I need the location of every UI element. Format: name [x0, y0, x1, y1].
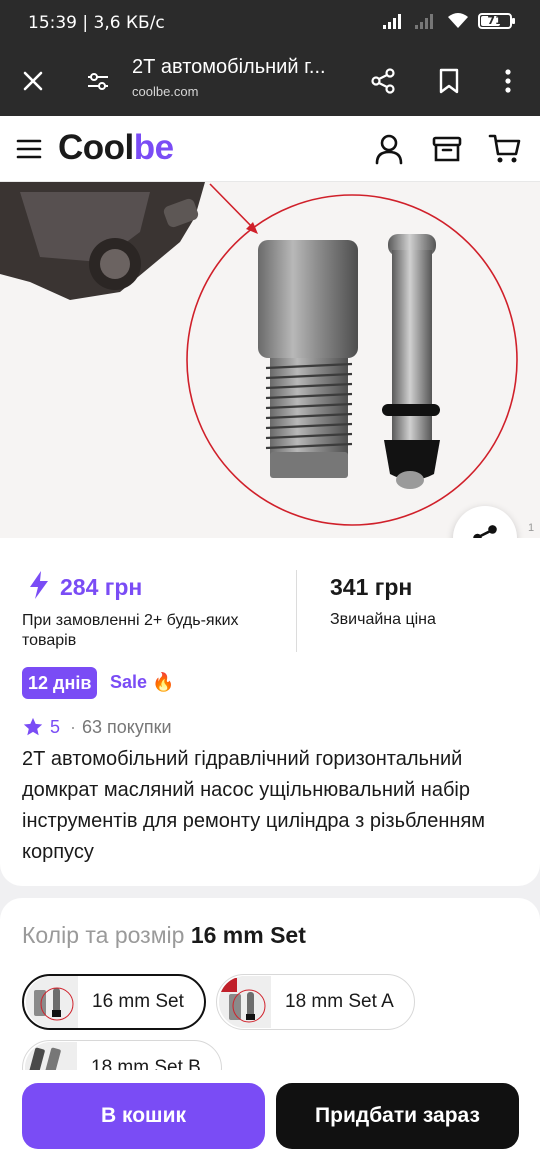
promo-price: 284 грн	[60, 574, 143, 600]
bolt-icon	[30, 571, 48, 599]
menu-icon[interactable]	[10, 130, 48, 168]
share-icon[interactable]	[363, 61, 403, 101]
rating-separator: ·	[70, 717, 76, 737]
price-divider	[296, 570, 297, 652]
promo-text: При замовленні 2+ будь-яких товарів	[22, 612, 239, 649]
signal-icon-2	[415, 14, 433, 29]
image-counter: 1	[528, 522, 535, 534]
browser-bar: 2Т автомобільний г... coolbe.com	[0, 46, 540, 116]
status-time: 15:39 | 3,6 КБ/с	[28, 13, 165, 33]
bookmark-icon[interactable]	[429, 61, 469, 101]
battery-icon: 71	[478, 13, 515, 29]
variant-option-18mm-a[interactable]: 18 mm Set A	[216, 974, 415, 1030]
rating-value[interactable]: 5	[50, 717, 60, 738]
cart-icon[interactable]	[486, 130, 524, 168]
sale-label: Sale 🔥	[110, 672, 175, 692]
battery-level: 71	[487, 14, 503, 27]
purchase-count: 63 покупки	[82, 717, 172, 737]
star-icon	[23, 717, 43, 736]
signal-icon	[383, 14, 401, 29]
status-icons: 71	[382, 12, 515, 30]
variant-label: Колір та розмір	[22, 922, 185, 948]
more-icon[interactable]	[488, 61, 528, 101]
site-header: Coolbe	[0, 116, 540, 182]
site-logo[interactable]: Coolbe	[58, 128, 174, 168]
close-icon[interactable]	[13, 61, 53, 101]
site-settings-icon[interactable]	[78, 61, 118, 101]
variant-option-label: 16 mm Set	[92, 991, 184, 1012]
variant-option-label: 18 mm Set A	[285, 991, 394, 1012]
page-url[interactable]: coolbe.com	[132, 84, 198, 99]
status-bar: 15:39 | 3,6 КБ/с 71	[0, 0, 540, 46]
regular-price-label: Звичайна ціна	[330, 611, 436, 628]
page-title[interactable]: 2Т автомобільний г...	[132, 56, 352, 79]
account-icon[interactable]	[370, 130, 408, 168]
variant-thumbnail	[219, 976, 271, 1028]
variant-option-16mm[interactable]: 16 mm Set	[22, 974, 206, 1030]
product-title: 2Т автомобільний гідравлічний горизонтал…	[22, 748, 486, 863]
regular-price: 341 грн	[330, 574, 413, 600]
wifi-icon	[448, 13, 468, 28]
bottom-action-bar: В кошик Придбати зараз	[0, 1070, 540, 1170]
buy-now-button[interactable]: Придбати зараз	[276, 1083, 519, 1149]
orders-icon[interactable]	[428, 130, 466, 168]
add-to-cart-button[interactable]: В кошик	[22, 1083, 265, 1149]
variant-thumbnail	[26, 976, 78, 1028]
product-image[interactable]	[0, 182, 540, 538]
variant-heading: Колір та розмір 16 mm Set	[22, 922, 306, 949]
variant-selected: 16 mm Set	[190, 922, 306, 948]
product-info-card: 284 грн При замовленні 2+ будь-яких това…	[0, 538, 540, 886]
days-badge: 12 днів	[22, 667, 98, 699]
